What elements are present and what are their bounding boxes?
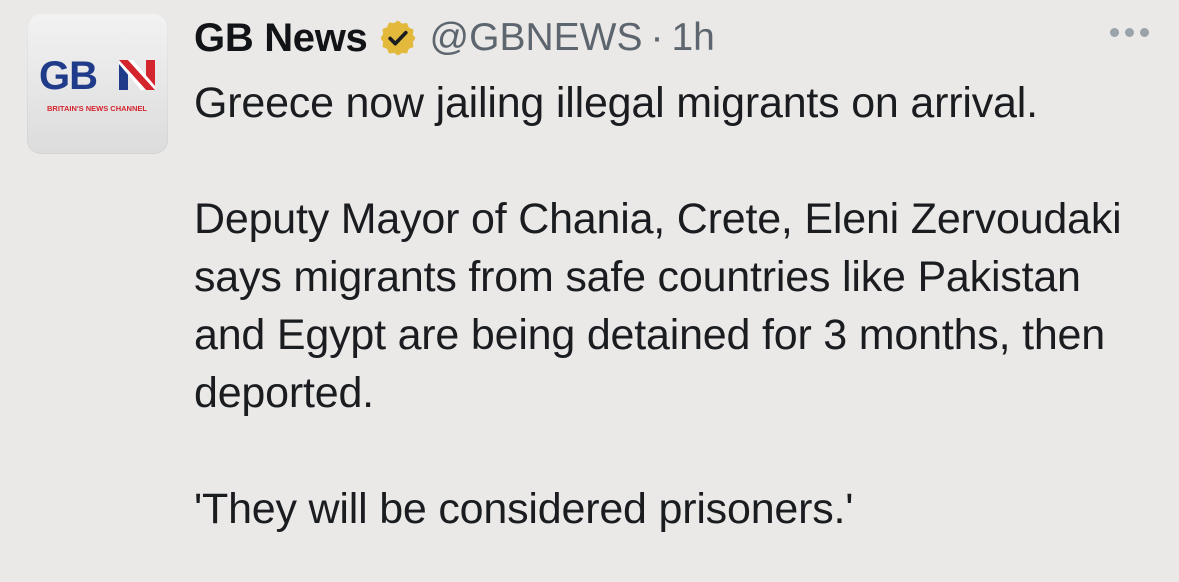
tweet-header: GB News @GBNEWS · 1h [194,10,715,66]
more-dot [1125,28,1134,37]
more-dot [1110,28,1119,37]
tweet-timestamp[interactable]: 1h [671,16,714,60]
tweet: GB BRITAIN'S NEWS CHANNEL GB News @GBNEW… [0,0,1179,582]
verified-badge-icon[interactable] [378,18,418,58]
logo-tagline: BRITAIN'S NEWS CHANNEL [47,104,147,113]
more-dot [1140,28,1149,37]
gb-news-logo-icon: GB BRITAIN'S NEWS CHANNEL [39,54,155,113]
tweet-paragraph: 'They will be considered prisoners.' [194,485,854,533]
author-handle[interactable]: @GBNEWS [430,16,643,60]
tweet-text: Greece now jailing illegal migrants on a… [194,74,1154,538]
tweet-paragraph: Deputy Mayor of Chania, Crete, Eleni Zer… [194,195,1122,417]
svg-text:GB: GB [39,54,97,98]
avatar[interactable]: GB BRITAIN'S NEWS CHANNEL [27,13,168,154]
separator-dot: · [650,16,664,59]
tweet-paragraph: Greece now jailing illegal migrants on a… [194,79,1038,127]
more-options-icon[interactable] [1110,28,1149,37]
author-display-name[interactable]: GB News [194,16,368,61]
